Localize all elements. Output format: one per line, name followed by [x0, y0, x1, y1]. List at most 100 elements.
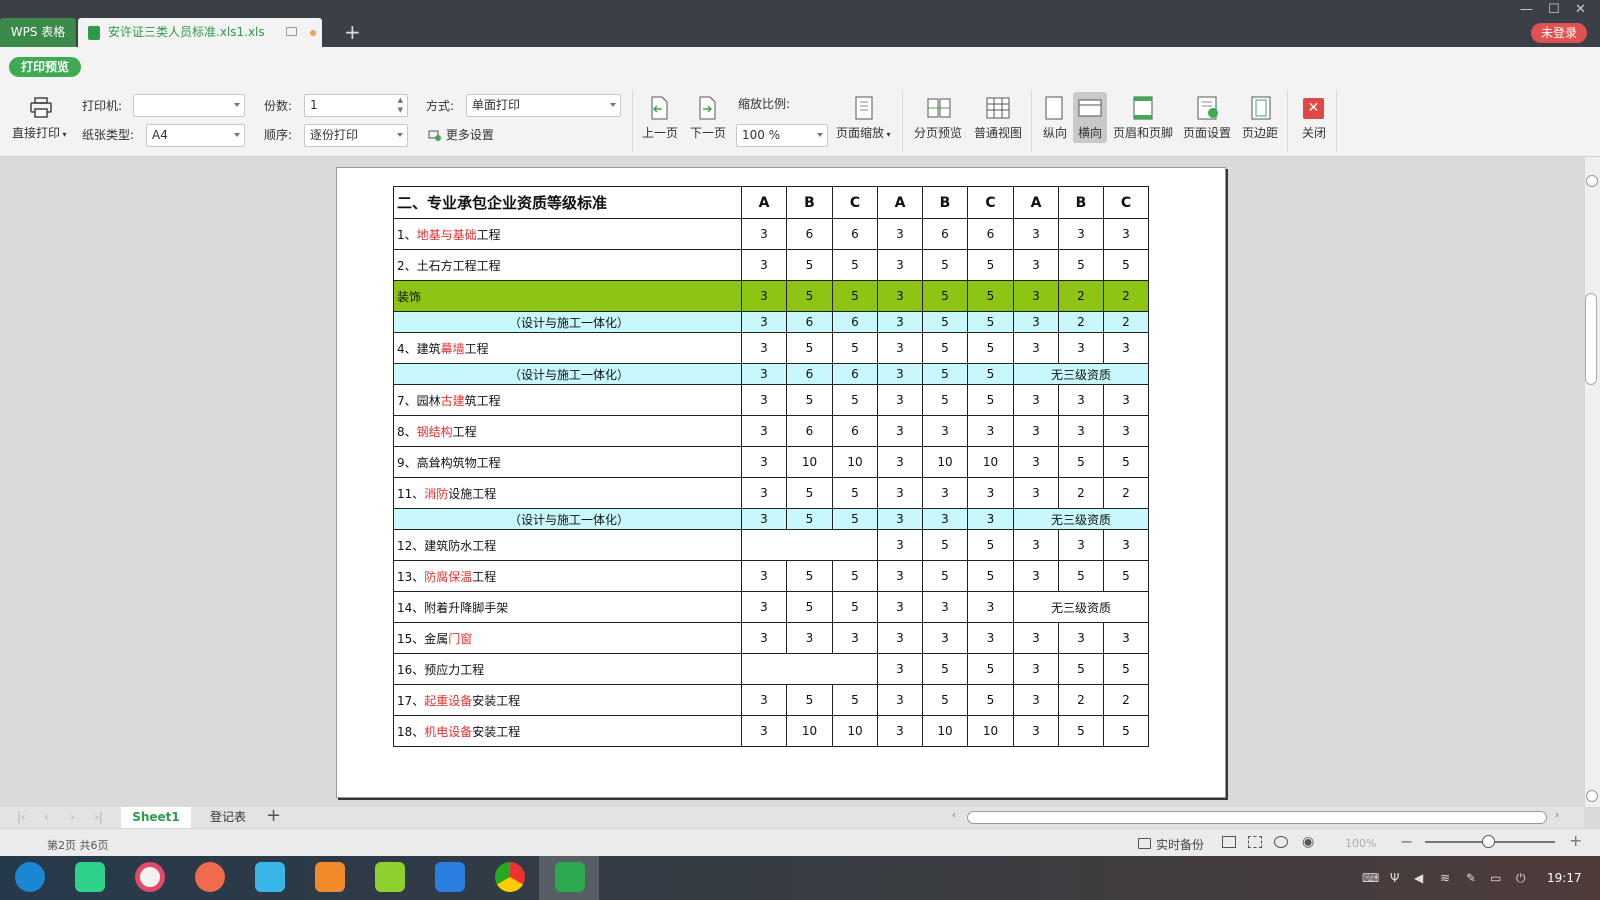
video-player-icon[interactable] [435, 862, 465, 892]
power-icon[interactable]: ⏻ [1516, 871, 1526, 886]
battery-icon[interactable]: ▭ [1490, 871, 1501, 885]
settings-app-icon[interactable] [135, 862, 165, 892]
landscape-button[interactable]: 横向 [1078, 125, 1102, 141]
portrait-icon[interactable] [1044, 96, 1064, 123]
table-cell: 5 [967, 280, 1014, 312]
scroll-left-icon[interactable]: ‹ [952, 810, 956, 821]
mode-select[interactable]: 单面打印 [466, 94, 621, 117]
close-icon[interactable]: ✕ [1303, 98, 1324, 119]
chrome-icon[interactable] [495, 862, 525, 892]
sheet-tab-register[interactable]: 登记表 [199, 807, 257, 828]
scale-select[interactable]: 100 % [736, 124, 828, 147]
landscape-icon[interactable] [1078, 98, 1102, 121]
header-footer-button[interactable]: 页眉和页脚 [1113, 125, 1173, 141]
normal-view-status-icon[interactable] [1222, 836, 1236, 848]
table-cell: 3 [877, 415, 923, 447]
zoom-in-icon[interactable]: + [1569, 831, 1582, 850]
document-tab[interactable]: 安许证三类人员标准.xls1.xls [78, 18, 322, 47]
archive-manager-icon[interactable] [315, 862, 345, 892]
merged-cell [741, 653, 878, 685]
normal-view-button[interactable]: 普通视图 [974, 125, 1022, 141]
close-preview-button[interactable]: 关闭 [1302, 125, 1326, 141]
screen-recorder-icon[interactable] [195, 862, 225, 892]
paper-type-select[interactable]: A4 [146, 124, 245, 147]
prev-sheet-icon[interactable]: ‹ [44, 810, 49, 824]
sheet-tab-sheet1[interactable]: Sheet1 [121, 807, 191, 828]
order-select[interactable]: 逐份打印 [304, 124, 408, 147]
table-cell: 3 [741, 560, 787, 592]
page-info: 第2页 共6页 [47, 839, 109, 852]
edit-icon[interactable]: ✎ [1466, 871, 1476, 885]
page-scale-button[interactable]: 页面缩放 ▾ [836, 125, 891, 143]
scroll-down-icon[interactable] [1586, 790, 1598, 802]
page-setup-button[interactable]: 页面设置 [1183, 125, 1231, 141]
column-header: A [741, 186, 787, 219]
wifi-icon[interactable]: ≋ [1440, 871, 1450, 885]
last-sheet-icon[interactable]: ›| [94, 810, 103, 824]
first-sheet-icon[interactable]: |‹ [17, 810, 26, 824]
keyboard-icon[interactable]: ⌨ [1362, 871, 1379, 885]
close-window-icon[interactable]: ✕ [1575, 3, 1586, 16]
table-cell: 3 [1013, 477, 1059, 509]
add-sheet-button[interactable]: + [266, 805, 281, 826]
maximize-icon[interactable]: ☐ [1548, 3, 1560, 16]
margins-icon[interactable] [1250, 96, 1272, 123]
direct-print-button[interactable]: 直接打印 ▾ [12, 125, 67, 143]
previous-page-button[interactable]: 上一页 [642, 125, 678, 141]
page-break-status-icon[interactable] [1248, 836, 1262, 848]
usb-icon[interactable]: Ψ [1390, 871, 1399, 885]
wps-spreadsheet-icon[interactable] [555, 862, 585, 892]
page-break-preview-button[interactable]: 分页预览 [914, 125, 962, 141]
realtime-backup-button[interactable]: 实时备份 [1156, 836, 1204, 853]
copies-stepper[interactable]: 1 ▲ ▼ [304, 94, 408, 117]
app-store-icon[interactable] [255, 862, 285, 892]
volume-muted-icon[interactable]: ◀ [1414, 871, 1423, 885]
more-settings-button[interactable]: 更多设置 [428, 127, 494, 143]
reading-mode-icon[interactable] [1274, 836, 1288, 848]
table-cell: 6 [922, 218, 968, 250]
next-page-button[interactable]: 下一页 [690, 125, 726, 141]
zoom-level[interactable]: 100% [1345, 837, 1376, 850]
row-label: 2、土石方工程工程 [393, 249, 742, 281]
scale-label: 缩放比例: [738, 97, 791, 111]
printer-label: 打印机: [82, 99, 123, 113]
mode-label: 方式: [426, 99, 455, 113]
header-footer-icon[interactable] [1132, 96, 1154, 123]
app-tab[interactable]: WPS 表格 [0, 18, 76, 47]
table-cell: 3 [1013, 218, 1059, 250]
copies-label: 份数: [264, 99, 293, 113]
page-setup-icon[interactable] [1196, 96, 1220, 123]
next-sheet-icon[interactable]: › [70, 810, 75, 824]
page-scale-icon[interactable] [853, 96, 875, 123]
vertical-scrollbar[interactable] [1584, 157, 1600, 807]
printer-icon[interactable] [29, 97, 53, 122]
previous-page-icon[interactable] [647, 96, 671, 123]
vertical-scroll-thumb[interactable] [1585, 293, 1597, 385]
table-cell: 5 [967, 653, 1014, 685]
margins-button[interactable]: 页边距 [1242, 125, 1278, 141]
normal-view-icon[interactable] [986, 96, 1010, 123]
new-tab-button[interactable]: + [344, 22, 361, 42]
merged-cell: 无三级资质 [1013, 363, 1149, 385]
zoom-slider-handle[interactable] [1482, 835, 1495, 848]
table-row: （设计与施工一体化） 3 5 5 3 3 3 无三级资质 [393, 508, 1149, 530]
login-button[interactable]: 未登录 [1531, 23, 1587, 43]
page-break-preview-icon[interactable] [927, 96, 951, 123]
music-player-icon[interactable] [375, 862, 405, 892]
zoom-out-icon[interactable]: − [1400, 832, 1413, 851]
row-label: 18、机电设备安装工程 [393, 715, 742, 747]
terminal-icon[interactable] [75, 862, 105, 892]
minimize-icon[interactable]: — [1520, 3, 1533, 16]
launcher-icon[interactable] [15, 862, 45, 892]
printer-select[interactable] [133, 94, 245, 117]
next-page-icon[interactable] [695, 96, 719, 123]
horizontal-scrollbar[interactable] [967, 811, 1547, 824]
scroll-right-icon[interactable]: › [1555, 810, 1559, 821]
table-cell: 10 [922, 715, 968, 747]
portrait-button[interactable]: 纵向 [1043, 125, 1067, 141]
eye-icon[interactable]: ◉ [1302, 834, 1314, 850]
table-cell: 5 [922, 363, 968, 385]
scroll-up-icon[interactable] [1586, 175, 1598, 187]
window-icon[interactable] [286, 27, 297, 36]
table-cell: 3 [1013, 684, 1059, 716]
